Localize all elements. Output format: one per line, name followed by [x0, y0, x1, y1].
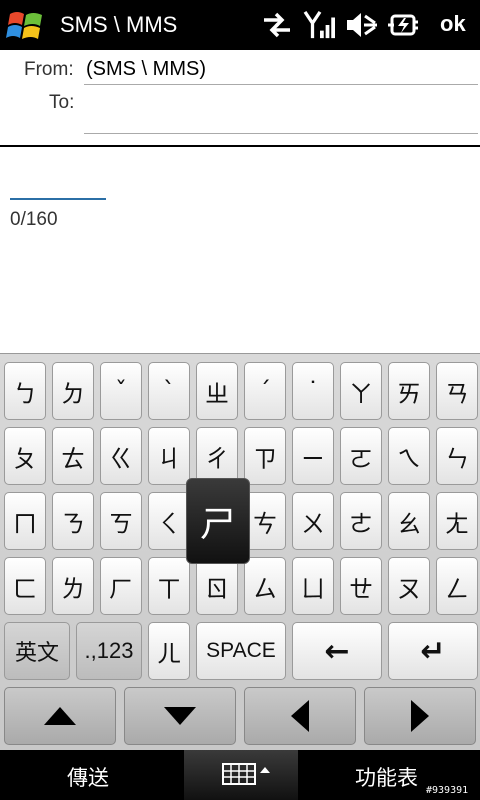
- key-r3-4[interactable]: ㄑ: [148, 492, 190, 550]
- language-toggle-key[interactable]: 英文: [4, 622, 70, 680]
- key-r1-9[interactable]: ㄞ: [388, 362, 430, 420]
- signal-strength-icon[interactable]: [302, 10, 338, 40]
- arrow-down-key[interactable]: [124, 687, 236, 745]
- send-softkey[interactable]: 傳送: [67, 762, 109, 792]
- key-r4-1[interactable]: ㄈ: [4, 557, 46, 615]
- key-r2-6[interactable]: ㄗ: [244, 427, 286, 485]
- ok-button[interactable]: ok: [440, 11, 466, 37]
- app-title: SMS \ MMS: [60, 12, 178, 37]
- arrow-down-icon: [164, 707, 196, 725]
- softkey-bar: 傳送 功能表: [0, 750, 480, 800]
- key-r1-7[interactable]: ˙: [292, 362, 334, 420]
- speaker-mute-icon[interactable]: [345, 10, 379, 40]
- watermark-text: #939391: [426, 785, 469, 796]
- key-r3-6[interactable]: ㄘ: [244, 492, 286, 550]
- key-r2-8[interactable]: ㄛ: [340, 427, 382, 485]
- to-underline: [84, 133, 478, 134]
- key-r2-10[interactable]: ㄣ: [436, 427, 478, 485]
- arrow-right-icon: [411, 700, 429, 732]
- from-underline: [84, 84, 478, 85]
- key-r2-9[interactable]: ㄟ: [388, 427, 430, 485]
- key-r1-8[interactable]: ㄚ: [340, 362, 382, 420]
- key-r1-4[interactable]: ˋ: [148, 362, 190, 420]
- arrow-left-key[interactable]: [244, 687, 356, 745]
- menu-softkey[interactable]: 功能表: [355, 762, 418, 792]
- input-panel-toggle[interactable]: [184, 750, 298, 800]
- windows-start-icon[interactable]: [6, 8, 46, 44]
- key-r3-1[interactable]: ㄇ: [4, 492, 46, 550]
- key-r4-10[interactable]: ㄥ: [436, 557, 478, 615]
- key-r1-1[interactable]: ㄅ: [4, 362, 46, 420]
- key-r3-8[interactable]: ㄜ: [340, 492, 382, 550]
- key-r3-7[interactable]: ㄨ: [292, 492, 334, 550]
- data-connection-icon[interactable]: [262, 10, 292, 40]
- from-label: From:: [24, 59, 74, 80]
- arrow-up-icon: [44, 707, 76, 725]
- key-r4-5[interactable]: ㄖ: [196, 557, 238, 615]
- arrow-left-icon: [291, 700, 309, 732]
- character-counter: 0/160: [10, 209, 58, 230]
- key-r3-2[interactable]: ㄋ: [52, 492, 94, 550]
- key-r2-4[interactable]: ㄐ: [148, 427, 190, 485]
- key-r2-3[interactable]: ㄍ: [100, 427, 142, 485]
- key-r4-2[interactable]: ㄌ: [52, 557, 94, 615]
- key-r3-9[interactable]: ㄠ: [388, 492, 430, 550]
- key-r2-2[interactable]: ㄊ: [52, 427, 94, 485]
- key-r1-10[interactable]: ㄢ: [436, 362, 478, 420]
- title-bar: SMS \ MMS ok: [0, 0, 480, 50]
- backspace-key[interactable]: ←: [292, 622, 382, 680]
- key-r2-5[interactable]: ㄔ: [196, 427, 238, 485]
- key-r4-9[interactable]: ㄡ: [388, 557, 430, 615]
- text-cursor-line: [10, 198, 106, 200]
- key-r1-2[interactable]: ㄉ: [52, 362, 94, 420]
- battery-charging-icon[interactable]: [386, 10, 420, 40]
- message-header: From: (SMS \ MMS) To:: [0, 50, 480, 147]
- arrow-right-key[interactable]: [364, 687, 476, 745]
- enter-key[interactable]: ↵: [388, 622, 478, 680]
- key-r4-8[interactable]: ㄝ: [340, 557, 382, 615]
- keyboard-icon: [222, 763, 270, 785]
- key-r1-6[interactable]: ˊ: [244, 362, 286, 420]
- key-r3-10[interactable]: ㄤ: [436, 492, 478, 550]
- key-r1-3[interactable]: ˇ: [100, 362, 142, 420]
- key-r2-7[interactable]: ㄧ: [292, 427, 334, 485]
- numeric-toggle-key[interactable]: .,123: [76, 622, 142, 680]
- key-r4-3[interactable]: ㄏ: [100, 557, 142, 615]
- to-label: To:: [49, 92, 75, 113]
- key-r4-6[interactable]: ㄙ: [244, 557, 286, 615]
- key-er[interactable]: ㄦ: [148, 622, 190, 680]
- key-r4-7[interactable]: ㄩ: [292, 557, 334, 615]
- from-field[interactable]: (SMS \ MMS): [86, 58, 206, 81]
- message-body[interactable]: [0, 147, 480, 353]
- key-r4-4[interactable]: ㄒ: [148, 557, 190, 615]
- key-preview-popup: ㄕ: [186, 478, 250, 564]
- key-r3-3[interactable]: ㄎ: [100, 492, 142, 550]
- key-r2-1[interactable]: ㄆ: [4, 427, 46, 485]
- arrow-up-key[interactable]: [4, 687, 116, 745]
- space-key[interactable]: SPACE: [196, 622, 286, 680]
- key-r1-5[interactable]: ㄓ: [196, 362, 238, 420]
